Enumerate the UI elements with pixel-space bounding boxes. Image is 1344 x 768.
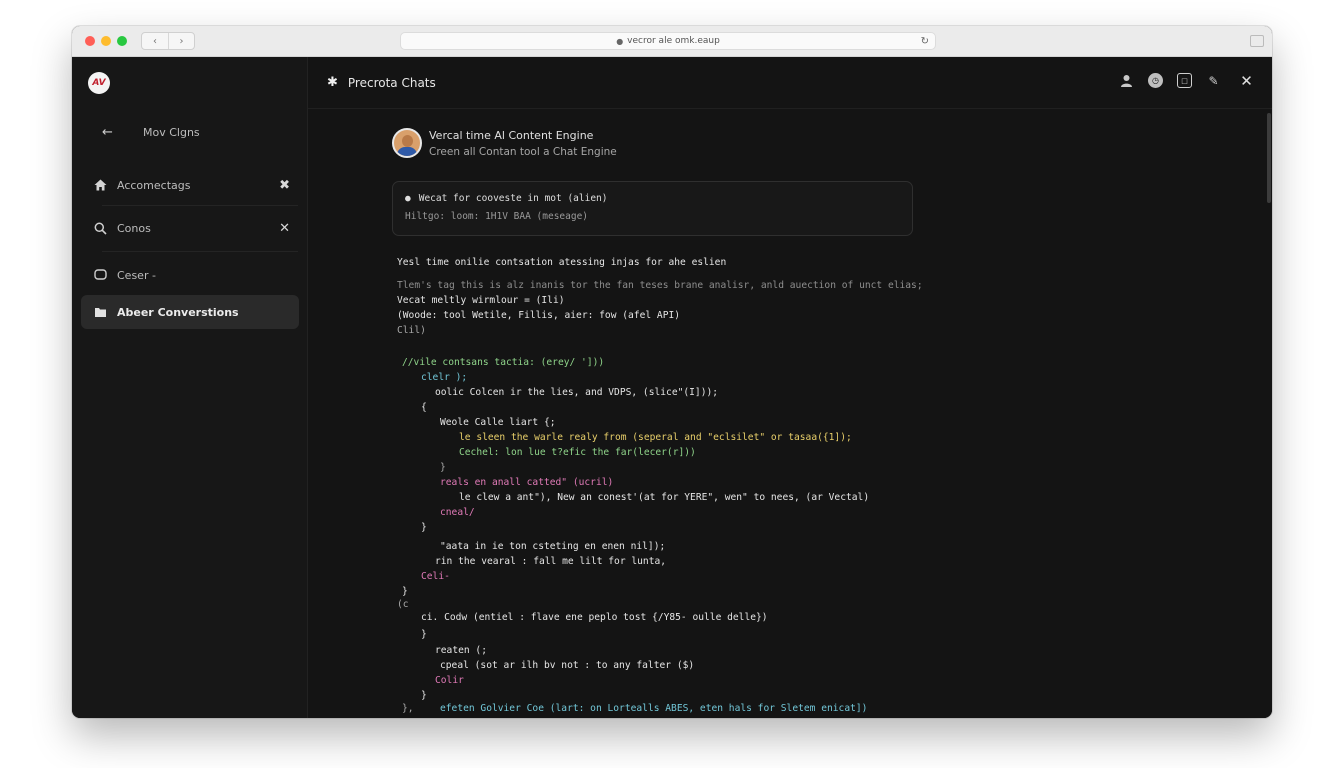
history-icon[interactable]: ◷ [1148, 73, 1163, 88]
code-line: } [421, 690, 427, 701]
sidebar-back[interactable]: ← Mov Clgns [102, 125, 200, 140]
address-bar[interactable]: ● vecror ale omk.eaup ↻ [400, 32, 936, 50]
topbar-actions: ◷ □ ✎ ✕ [1119, 72, 1254, 90]
search-icon [81, 222, 117, 235]
code-line: rin the vearal : fall me lilt for lunta, [435, 556, 667, 567]
edit-icon[interactable]: ✎ [1206, 73, 1221, 88]
close-icon[interactable]: ✕ [279, 221, 290, 236]
window-controls [85, 36, 127, 46]
divider [102, 205, 298, 206]
code-line: //vile contsans tactia: (erey/ '])) [402, 357, 605, 368]
browser-toolbar: ‹ › ● vecror ale omk.eaup ↻ [72, 26, 1272, 57]
code-line: le clew a ant"), New an conest'(at for Y… [459, 492, 870, 503]
user-icon[interactable] [1119, 73, 1134, 88]
reload-icon[interactable]: ↻ [921, 36, 929, 47]
folder-icon [81, 306, 117, 318]
chat-subtitle: Creen all Contan tool a Chat Engine [429, 146, 617, 158]
home-icon [81, 179, 117, 191]
main-topbar: ✱ Precrota Chats ◷ □ ✎ ✕ [308, 57, 1272, 109]
share-icon[interactable]: □ [1177, 73, 1192, 88]
code-line: } [402, 586, 408, 597]
sidebar-toggle-icon[interactable] [1250, 35, 1264, 47]
code-line: } [421, 629, 427, 640]
sidebar-item-abeer-converstions[interactable]: Abeer Converstions [81, 295, 299, 329]
arrow-left-icon: ← [102, 125, 113, 140]
scrollbar[interactable] [1267, 113, 1271, 203]
back-icon[interactable]: ‹ [142, 33, 168, 49]
main-panel: ✱ Precrota Chats ◷ □ ✎ ✕ Vercal time Al … [308, 57, 1272, 718]
app-root: AV ← Mov Clgns Accomectags ✖ Conos ✕ Ces… [72, 57, 1272, 718]
sidebar-item-conos[interactable]: Conos ✕ [81, 211, 299, 245]
pin-icon[interactable]: ✖ [279, 178, 290, 193]
close-icon[interactable]: ✕ [1239, 72, 1254, 90]
prompt-card[interactable]: ● Wecat for cooveste in mot (alien) Hiltg… [392, 181, 913, 236]
code-line: Celi- [421, 571, 450, 582]
code-line: "aata in ie ton csteting en enen nil]); [440, 541, 666, 552]
code-line: Colir [435, 675, 464, 686]
sidebar-item-label: Accomectags [117, 178, 191, 192]
code-line: oolic Colcen ir the lies, and VDPS, (sli… [435, 387, 719, 398]
code-line: efeten Golvier Coe (lart: on Lortealls A… [440, 703, 868, 714]
code-line: cneal/ [440, 507, 475, 518]
browser-nav: ‹ › [141, 32, 195, 50]
chat-icon [81, 269, 117, 281]
code-line: Clil) [397, 325, 426, 336]
code-line: ci. Codw (entiel : flave ene peplo tost … [421, 612, 768, 623]
browser-window: ‹ › ● vecror ale omk.eaup ↻ AV ← Mov Clg… [72, 26, 1272, 718]
code-line: Cechel: lon lue t?efic the far(lecer(r])… [459, 447, 696, 458]
maximize-window-button[interactable] [117, 36, 127, 46]
address-text: vecror ale omk.eaup [627, 36, 720, 46]
code-line: Vecat meltly wirmlour = (Ili) [397, 295, 565, 306]
code-intro: Yesl time onilie contsation atessing inj… [397, 257, 727, 268]
chat-title: Vercal time Al Content Engine [429, 129, 594, 142]
prompt-line: Wecat for cooveste in mot (alien) [418, 193, 608, 204]
divider [102, 251, 298, 252]
minimize-window-button[interactable] [101, 36, 111, 46]
forward-icon[interactable]: › [168, 33, 194, 49]
code-line: (Woode: tool Wetile, Fillis, aier: fow (… [397, 310, 681, 321]
sidebar-item-ceser[interactable]: Ceser - [81, 258, 299, 292]
code-line: } [440, 462, 446, 473]
prompt-meta: Hiltgo: loom: 1H1V BAA (meseage) [405, 211, 589, 222]
code-line: clelr ); [421, 372, 468, 383]
sidebar-item-label: Conos [117, 221, 151, 235]
code-line: Tlem's tag this is alz inanis tor the fa… [397, 280, 923, 291]
sidebar-back-label: Mov Clgns [143, 126, 200, 139]
code-line: (c [397, 599, 409, 610]
avatar [392, 128, 422, 158]
code-block: Yesl time onilie contsation atessing inj… [397, 256, 1242, 714]
code-line: cpeal (sot ar ilh bv not : to any falter… [440, 660, 695, 671]
lock-icon: ● [616, 36, 624, 46]
sidebar-item-accomectags[interactable]: Accomectags ✖ [81, 168, 299, 202]
chat-header: Vercal time Al Content Engine Creen all … [392, 128, 617, 158]
sidebar: AV ← Mov Clgns Accomectags ✖ Conos ✕ Ces… [72, 57, 308, 718]
sidebar-item-label: Ceser - [117, 268, 156, 282]
code-line: Weole Calle liart {; [440, 417, 556, 428]
code-line: reals en anall catted" (ucril) [440, 477, 614, 488]
code-line: { [421, 402, 427, 413]
puzzle-icon: ✱ [327, 75, 338, 90]
bullet-icon: ● [405, 193, 411, 204]
sidebar-item-label: Abeer Converstions [117, 305, 239, 319]
page-title: Precrota Chats [347, 75, 436, 90]
close-window-button[interactable] [85, 36, 95, 46]
code-line: } [421, 522, 427, 533]
code-line: le sleen the warle realy from (seperal a… [459, 432, 852, 443]
app-logo[interactable]: AV [88, 72, 110, 94]
code-line: reaten (; [435, 645, 487, 656]
code-line: }, [402, 703, 414, 714]
